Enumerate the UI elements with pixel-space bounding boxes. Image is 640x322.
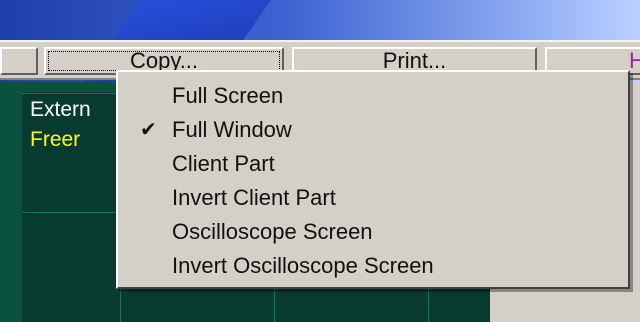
checkmark-icon: ✔ bbox=[140, 119, 157, 141]
scope-source-label: Extern bbox=[30, 98, 91, 121]
menu-item-oscilloscope-screen[interactable]: Oscilloscope Screen bbox=[118, 215, 628, 249]
menu-item-invert-oscilloscope-screen[interactable]: Invert Oscilloscope Screen bbox=[118, 249, 628, 283]
menu-item-label: Invert Oscilloscope Screen bbox=[172, 253, 434, 278]
menu-item-label: Invert Client Part bbox=[172, 185, 336, 210]
menu-item-client-part[interactable]: Client Part bbox=[118, 147, 628, 181]
focus-rectangle bbox=[48, 51, 280, 71]
menu-item-invert-client-part[interactable]: Invert Client Part bbox=[118, 181, 628, 215]
menu-item-full-window[interactable]: ✔ Full Window bbox=[118, 113, 628, 147]
toolbar-button-right-label: H bbox=[629, 48, 640, 73]
copy-dropdown-menu: Full Screen ✔ Full Window Client Part In… bbox=[116, 70, 630, 289]
scope-trigger-label: Freer bbox=[30, 128, 81, 151]
menu-item-label: Full Window bbox=[172, 117, 292, 142]
toolbar-button-left[interactable] bbox=[0, 47, 38, 75]
menu-item-label: Client Part bbox=[172, 151, 275, 176]
menu-item-full-screen[interactable]: Full Screen bbox=[118, 79, 628, 113]
menu-item-label: Oscilloscope Screen bbox=[172, 219, 373, 244]
menu-item-label: Full Screen bbox=[172, 83, 284, 108]
